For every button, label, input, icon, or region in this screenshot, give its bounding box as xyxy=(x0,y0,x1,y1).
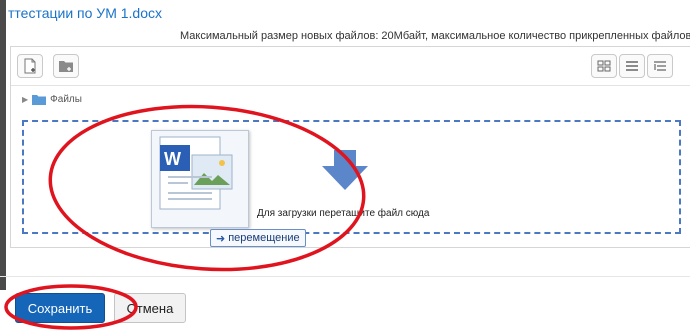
dragged-word-document-icon: W xyxy=(151,130,249,228)
create-folder-button[interactable] xyxy=(53,54,79,78)
folder-icon xyxy=(32,95,47,105)
list-view-icon xyxy=(626,61,638,71)
list-view-button[interactable] xyxy=(619,54,645,78)
tree-view-button[interactable] xyxy=(647,54,673,78)
form-divider xyxy=(0,276,690,277)
save-button[interactable]: Сохранить xyxy=(15,293,105,323)
upload-limits-text: Максимальный размер новых файлов: 20Мбай… xyxy=(180,30,690,42)
grid-view-icon xyxy=(597,60,611,72)
dropzone-hint: Для загрузки перетащите файл сюда xyxy=(257,208,430,219)
cancel-button[interactable]: Отмена xyxy=(114,293,186,323)
svg-text:W: W xyxy=(164,149,181,169)
add-file-button[interactable] xyxy=(17,54,43,78)
create-folder-icon xyxy=(59,61,73,72)
file-name-link[interactable]: ттестации по УМ 1.docx xyxy=(8,5,162,21)
tree-view-icon xyxy=(654,61,666,71)
breadcrumb-files-label[interactable]: Файлы xyxy=(50,94,82,105)
arrow-right-icon: ➜ xyxy=(216,232,226,245)
drag-move-label: перемещение xyxy=(228,232,300,244)
drag-move-badge: ➜ перемещение xyxy=(210,229,306,247)
file-picker-toolbar xyxy=(11,47,690,86)
add-file-icon xyxy=(24,58,36,74)
breadcrumb: ▶ Файлы xyxy=(22,94,82,105)
grid-view-button[interactable] xyxy=(591,54,617,78)
upload-arrow-icon xyxy=(322,150,368,190)
expand-triangle-icon[interactable]: ▶ xyxy=(22,95,28,104)
left-edge-bar xyxy=(0,0,6,290)
